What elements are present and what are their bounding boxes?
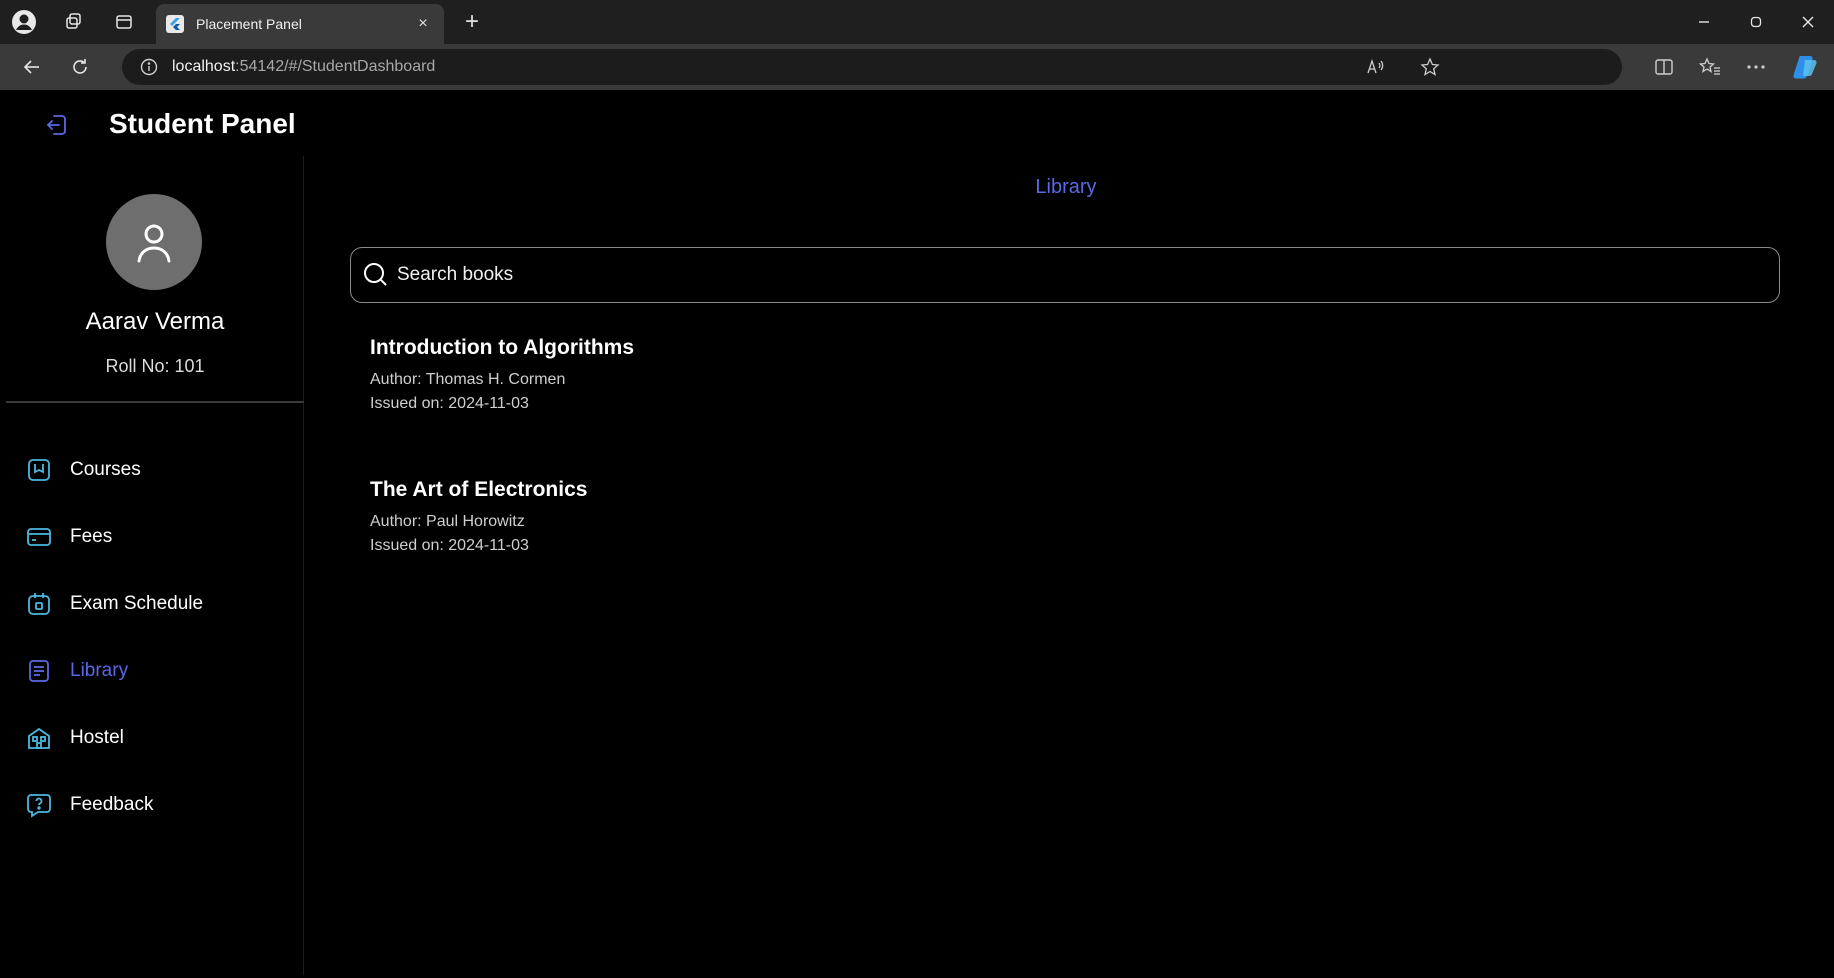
book-item[interactable]: The Art of Electronics Author: Paul Horo…	[370, 478, 1070, 558]
split-screen-icon[interactable]	[1652, 55, 1676, 79]
main-content: Library Introduction to Algorithms Autho…	[304, 156, 1828, 975]
search-input[interactable]	[397, 264, 1697, 286]
user-icon	[137, 224, 171, 263]
url-host: localhost	[172, 58, 236, 75]
sidebar-item-label: Exam Schedule	[70, 592, 204, 614]
new-tab-button[interactable]: +	[458, 8, 486, 36]
more-options-icon[interactable]	[1744, 55, 1768, 79]
roll-number: Roll No: 101	[105, 356, 205, 376]
window-controls	[1678, 0, 1834, 44]
favorite-star-icon[interactable]	[1418, 55, 1442, 79]
search-icon	[361, 260, 391, 290]
browser-address-bar: localhost:54142/#/StudentDashboard	[0, 44, 1834, 90]
favorites-icon[interactable]	[1698, 55, 1722, 79]
url-field[interactable]: localhost:54142/#/StudentDashboard	[122, 49, 1622, 85]
sidebar-item-fees[interactable]: Fees	[6, 503, 304, 570]
sidebar-divider	[6, 401, 304, 403]
book-item[interactable]: Introduction to Algorithms Author: Thoma…	[370, 336, 1070, 416]
sidebar-item-exam-schedule[interactable]: Exam Schedule	[6, 570, 304, 637]
minimize-icon[interactable]	[1678, 0, 1730, 44]
refresh-icon[interactable]	[60, 49, 100, 85]
sidebar-item-label: Library	[70, 659, 129, 681]
book-issued-date: Issued on: 2024-11-03	[370, 537, 529, 554]
book-title: The Art of Electronics	[370, 478, 588, 501]
student-name: Aarav Verma	[85, 308, 225, 335]
building-icon	[24, 723, 54, 753]
card-icon	[24, 522, 54, 552]
book-title: Introduction to Algorithms	[370, 336, 635, 359]
tab-title: Placement Panel	[196, 16, 302, 32]
browser-tab-bar: Placement Panel × +	[0, 0, 1834, 44]
workspaces-icon[interactable]	[60, 8, 88, 36]
browser-tab[interactable]: Placement Panel ×	[156, 4, 444, 44]
sidebar-item-feedback[interactable]: Feedback	[6, 771, 304, 838]
calendar-icon	[24, 589, 54, 619]
sidebar-item-label: Fees	[70, 525, 113, 547]
sidebar-item-label: Courses	[70, 458, 141, 480]
page-title: Library	[1035, 176, 1097, 198]
app-header: Student Panel	[6, 90, 1828, 156]
profile-icon[interactable]	[10, 8, 38, 36]
read-aloud-icon[interactable]	[1364, 55, 1388, 79]
book-author: Author: Thomas H. Cormen	[370, 371, 566, 388]
restore-icon[interactable]	[1730, 0, 1782, 44]
back-icon[interactable]	[12, 49, 52, 85]
logout-icon[interactable]	[42, 110, 72, 140]
library-icon	[24, 656, 54, 686]
book-icon	[24, 455, 54, 485]
panel-title: Student Panel	[109, 108, 296, 139]
sidebar-item-label: Feedback	[70, 793, 154, 815]
sidebar-item-hostel[interactable]: Hostel	[6, 704, 304, 771]
sidebar-item-courses[interactable]: Courses	[6, 436, 304, 503]
tab-close-icon[interactable]: ×	[412, 15, 434, 33]
avatar	[106, 194, 202, 290]
book-author: Author: Paul Horowitz	[370, 513, 525, 530]
url-path: :54142/#/StudentDashboard	[235, 58, 436, 75]
site-info-icon[interactable]	[140, 58, 158, 76]
copilot-icon[interactable]	[1790, 55, 1820, 79]
flutter-favicon-icon	[166, 15, 184, 33]
sidebar: Aarav Verma Roll No: 101 Courses Fees Ex…	[6, 156, 304, 975]
feedback-icon	[24, 790, 54, 820]
book-issued-date: Issued on: 2024-11-03	[370, 395, 529, 412]
search-bar[interactable]	[350, 247, 1780, 303]
sidebar-item-label: Hostel	[70, 726, 124, 748]
sidebar-item-library[interactable]: Library	[6, 637, 304, 704]
close-window-icon[interactable]	[1782, 0, 1834, 44]
student-dashboard: Student Panel Aarav Verma Roll No: 101 C…	[6, 90, 1828, 975]
sidebar-menu: Courses Fees Exam Schedule Library Hoste…	[6, 436, 304, 838]
tab-actions-icon[interactable]	[110, 8, 138, 36]
browser-toolbar-right	[1652, 49, 1820, 85]
